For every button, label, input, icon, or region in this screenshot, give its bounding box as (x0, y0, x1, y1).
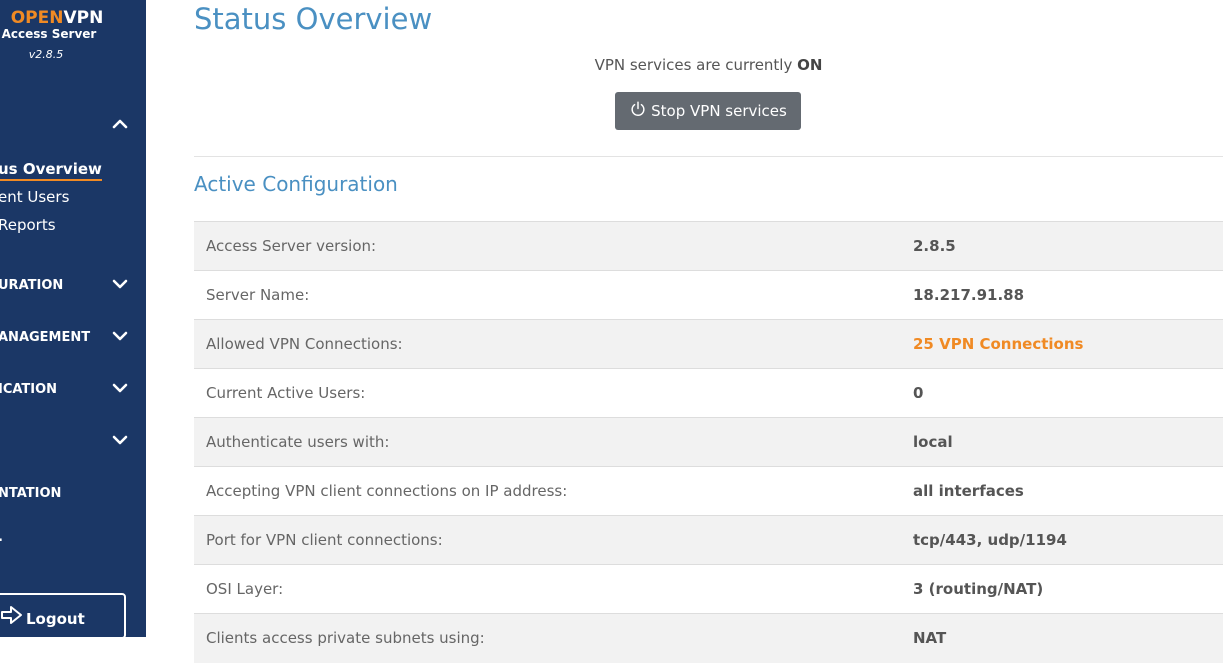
table-row: Allowed VPN Connections: 25 VPN Connecti… (194, 319, 1223, 369)
divider (194, 156, 1223, 157)
chevron-down-icon[interactable] (110, 430, 130, 450)
row-value: 0 (913, 384, 924, 402)
openvpn-logo[interactable]: OPENVPN Access Server v2.8.5 (0, 9, 126, 62)
chevron-up-icon[interactable] (110, 114, 130, 134)
logout-arrow-icon (0, 603, 24, 627)
row-value: 2.8.5 (913, 237, 956, 255)
row-value: NAT (913, 629, 947, 648)
table-row: Clients access private subnets using: NA… (194, 613, 1223, 663)
chevron-down-icon[interactable] (110, 378, 130, 398)
sidebar-item-current-users[interactable]: ent Users (0, 188, 69, 206)
row-label: Server Name: (206, 286, 310, 304)
logout-label: Logout (26, 610, 85, 628)
row-label: Current Active Users: (206, 384, 366, 402)
row-label: Authenticate users with: (206, 433, 390, 451)
active-configuration-title: Active Configuration (194, 172, 398, 196)
logo-open-text: OPEN (10, 8, 64, 28)
stop-vpn-services-button[interactable]: Stop VPN services (615, 92, 801, 130)
row-value: local (913, 433, 953, 451)
sidebar-item-status-overview[interactable]: us Overview (0, 160, 102, 181)
logo-brand: OPENVPN (0, 9, 126, 27)
logo-vpn-text: VPN (63, 8, 104, 28)
logo-product: Access Server (1, 27, 97, 41)
active-configuration-table: Access Server version: 2.8.5 Server Name… (194, 221, 1223, 663)
vpn-status-text: VPN services are currently ON (194, 56, 1223, 74)
chevron-down-icon[interactable] (110, 274, 130, 294)
page-title: Status Overview (194, 2, 433, 36)
sidebar-section-authentication[interactable]: ICATION (0, 382, 57, 397)
sidebar-section-configuration[interactable]: URATION (0, 278, 63, 293)
table-row: Access Server version: 2.8.5 (194, 221, 1223, 271)
row-label: Accepting VPN client connections on IP a… (206, 482, 568, 500)
table-row: Authenticate users with: local (194, 417, 1223, 467)
sidebar-section-documentation[interactable]: NTATION (0, 486, 61, 501)
table-row: Port for VPN client connections: tcp/443… (194, 515, 1223, 565)
allowed-connections-link[interactable]: 25 VPN Connections (913, 320, 1223, 369)
row-value: tcp/443, udp/1194 (913, 531, 1067, 549)
table-row: Accepting VPN client connections on IP a… (194, 466, 1223, 516)
row-value: 18.217.91.88 (913, 286, 1025, 304)
sidebar-section-user-management[interactable]: ANAGEMENT (0, 330, 90, 345)
power-icon (629, 100, 647, 122)
row-label: Allowed VPN Connections: (206, 335, 403, 353)
table-row: Current Active Users: 0 (194, 368, 1223, 418)
vpn-status-prefix: VPN services are currently (594, 56, 798, 74)
chevron-down-icon[interactable] (110, 326, 130, 346)
row-label: OSI Layer: (206, 580, 284, 598)
vpn-status-value: ON (797, 56, 823, 74)
table-row: Server Name: 18.217.91.88 (194, 270, 1223, 320)
app-version: v2.8.5 (28, 48, 64, 61)
row-label: Clients access private subnets using: (206, 629, 485, 648)
row-value: 3 (routing/NAT) (913, 580, 1044, 598)
logout-button[interactable]: Logout (0, 593, 126, 637)
row-label: Access Server version: (206, 237, 377, 255)
row-value: all interfaces (913, 482, 1024, 500)
table-row: OSI Layer: 3 (routing/NAT) (194, 564, 1223, 614)
sidebar: OPENVPN Access Server v2.8.5 us Overview… (0, 0, 146, 637)
sidebar-item-reports[interactable]: Reports (0, 216, 56, 234)
row-label: Port for VPN client connections: (206, 531, 443, 549)
sidebar-section-support[interactable]: . (0, 530, 3, 545)
stop-vpn-services-label: Stop VPN services (651, 102, 787, 120)
